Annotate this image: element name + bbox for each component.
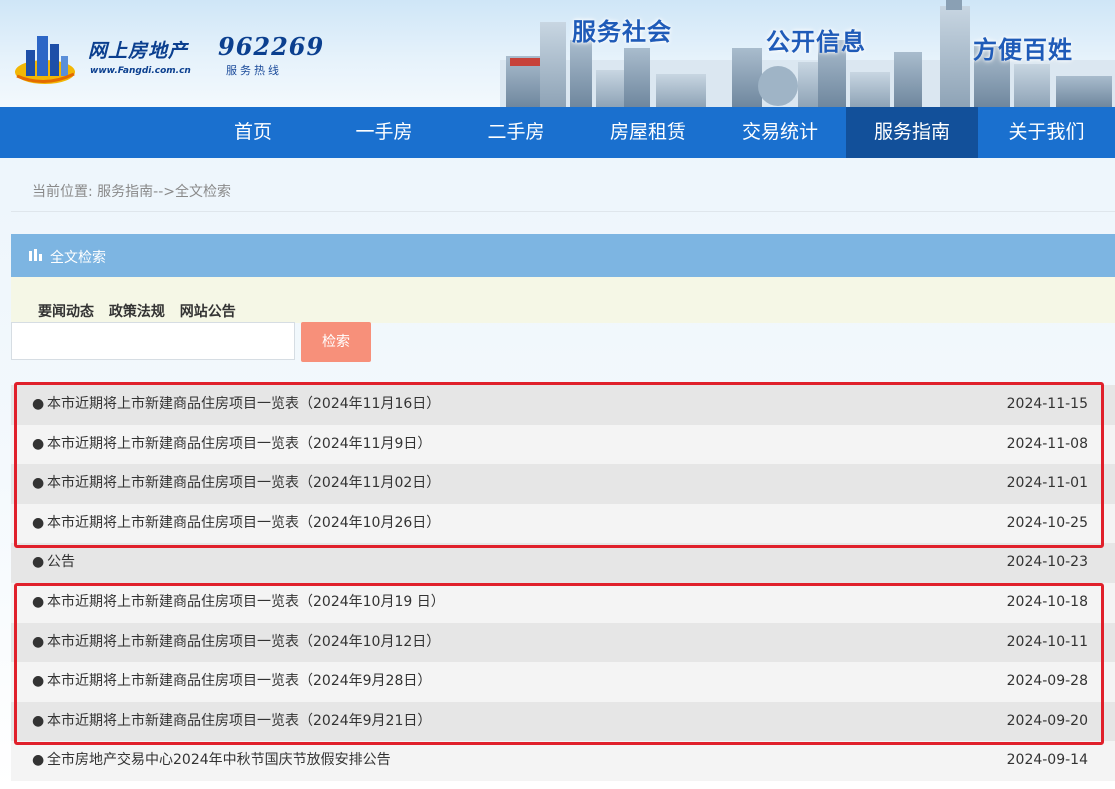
bullet-icon: ● xyxy=(32,435,45,452)
nav-item-home[interactable]: 首页 xyxy=(187,107,319,158)
bullet-icon: ● xyxy=(32,673,45,690)
breadcrumb: 当前位置: 服务指南-->全文检索 xyxy=(32,184,232,200)
bullet-icon: ● xyxy=(32,712,45,729)
nav-item-rental[interactable]: 房屋租赁 xyxy=(582,107,714,158)
result-date: 2024-11-08 xyxy=(1006,435,1088,452)
slogan-2: 公开信息 xyxy=(766,28,866,56)
panel-title: 全文检索 xyxy=(50,250,106,266)
result-date: 2024-09-28 xyxy=(1006,673,1088,690)
slogan-3: 方便百姓 xyxy=(973,36,1073,64)
result-date: 2024-10-18 xyxy=(1006,593,1088,610)
logo-url: www.Fangdi.com.cn xyxy=(90,66,191,76)
search-input[interactable] xyxy=(11,322,295,360)
hotline-label: 服务热线 xyxy=(226,64,282,77)
divider xyxy=(11,211,1115,212)
result-list: ● 本市近期将上市新建商品住房项目一览表（2024年11月16日） 2024-11-… xyxy=(11,385,1115,781)
bullet-icon: ● xyxy=(32,633,45,650)
result-date: 2024-10-23 xyxy=(1006,554,1088,571)
logo-icon xyxy=(15,36,75,84)
list-item[interactable]: ● 本市近期将上市新建商品住房项目一览表（2024年10月19 日） 2024-10… xyxy=(11,582,1115,623)
result-date: 2024-09-20 xyxy=(1006,712,1088,729)
result-title-link[interactable]: 全市房地产交易中心2024年中秋节国庆节放假安排公告 xyxy=(47,741,391,781)
result-title-link[interactable]: 本市近期将上市新建商品住房项目一览表（2024年9月28日） xyxy=(47,662,431,702)
nav-item-resale-homes[interactable]: 二手房 xyxy=(450,107,582,158)
category-bar: 要闻动态 政策法规 网站公告 xyxy=(11,277,1115,323)
category-notices[interactable]: 网站公告 xyxy=(180,304,236,320)
result-title-link[interactable]: 本市近期将上市新建商品住房项目一览表（2024年10月12日） xyxy=(47,623,440,663)
list-item[interactable]: ● 公告 2024-10-23 xyxy=(11,543,1115,583)
hotline-number: 962269 xyxy=(218,32,325,61)
result-date: 2024-11-01 xyxy=(1006,475,1088,492)
result-date: 2024-11-15 xyxy=(1006,396,1088,412)
result-title-link[interactable]: 本市近期将上市新建商品住房项目一览表（2024年9月21日） xyxy=(47,702,431,742)
bullet-icon: ● xyxy=(32,396,45,412)
category-policy[interactable]: 政策法规 xyxy=(109,304,165,320)
nav-item-statistics[interactable]: 交易统计 xyxy=(714,107,846,158)
list-item[interactable]: ● 全市房地产交易中心2024年中秋节国庆节放假安排公告 2024-09-14 xyxy=(11,741,1115,781)
list-item[interactable]: ● 本市近期将上市新建商品住房项目一览表（2024年10月12日） 2024-10-… xyxy=(11,622,1115,663)
search-panel-header: 全文检索 xyxy=(11,234,1115,277)
result-date: 2024-10-11 xyxy=(1006,633,1088,650)
list-item[interactable]: ● 本市近期将上市新建商品住房项目一览表（2024年9月28日） 2024-09-2… xyxy=(11,662,1115,702)
result-date: 2024-10-25 xyxy=(1006,514,1088,531)
bullet-icon: ● xyxy=(32,752,45,769)
result-title-link[interactable]: 本市近期将上市新建商品住房项目一览表（2024年10月19 日） xyxy=(47,583,445,623)
bullet-icon: ● xyxy=(32,475,45,492)
result-title-link[interactable]: 公告 xyxy=(47,543,75,583)
bullet-icon: ● xyxy=(32,554,45,571)
slogan-1: 服务社会 xyxy=(572,18,672,46)
logo-text[interactable]: 网上房地产 xyxy=(88,36,188,63)
list-item[interactable]: ● 本市近期将上市新建商品住房项目一览表（2024年11月02日） 2024-11-… xyxy=(11,464,1115,504)
bullet-icon: ● xyxy=(32,514,45,531)
bar-chart-icon xyxy=(29,249,42,261)
result-title-link[interactable]: 本市近期将上市新建商品住房项目一览表（2024年11月02日） xyxy=(47,464,440,504)
category-news[interactable]: 要闻动态 xyxy=(38,304,94,320)
result-title-link[interactable]: 本市近期将上市新建商品住房项目一览表（2024年10月26日） xyxy=(47,504,440,544)
header-banner: 网上房地产 www.Fangdi.com.cn 962269 服务热线 服务社会… xyxy=(0,0,1115,107)
bullet-icon: ● xyxy=(32,593,45,610)
result-title-link[interactable]: 本市近期将上市新建商品住房项目一览表（2024年11月16日） xyxy=(47,385,440,425)
result-title-link[interactable]: 本市近期将上市新建商品住房项目一览表（2024年11月9日） xyxy=(47,425,431,465)
nav-item-service-guide[interactable]: 服务指南 xyxy=(846,107,978,158)
nav-item-about-us[interactable]: 关于我们 xyxy=(978,107,1115,158)
main-nav: 首页 一手房 二手房 房屋租赁 交易统计 服务指南 关于我们 xyxy=(0,107,1115,158)
result-date: 2024-09-14 xyxy=(1006,752,1088,769)
list-item[interactable]: ● 本市近期将上市新建商品住房项目一览表（2024年11月9日） 2024-11-0… xyxy=(11,424,1115,465)
list-item[interactable]: ● 本市近期将上市新建商品住房项目一览表（2024年11月16日） 2024-11-… xyxy=(11,385,1115,425)
search-button[interactable]: 检索 xyxy=(301,322,371,362)
list-item[interactable]: ● 本市近期将上市新建商品住房项目一览表（2024年10月26日） 2024-10-… xyxy=(11,503,1115,544)
nav-item-new-homes[interactable]: 一手房 xyxy=(318,107,450,158)
list-item[interactable]: ● 本市近期将上市新建商品住房项目一览表（2024年9月21日） 2024-09-2… xyxy=(11,701,1115,742)
category-list: 要闻动态 政策法规 网站公告 xyxy=(38,301,246,321)
